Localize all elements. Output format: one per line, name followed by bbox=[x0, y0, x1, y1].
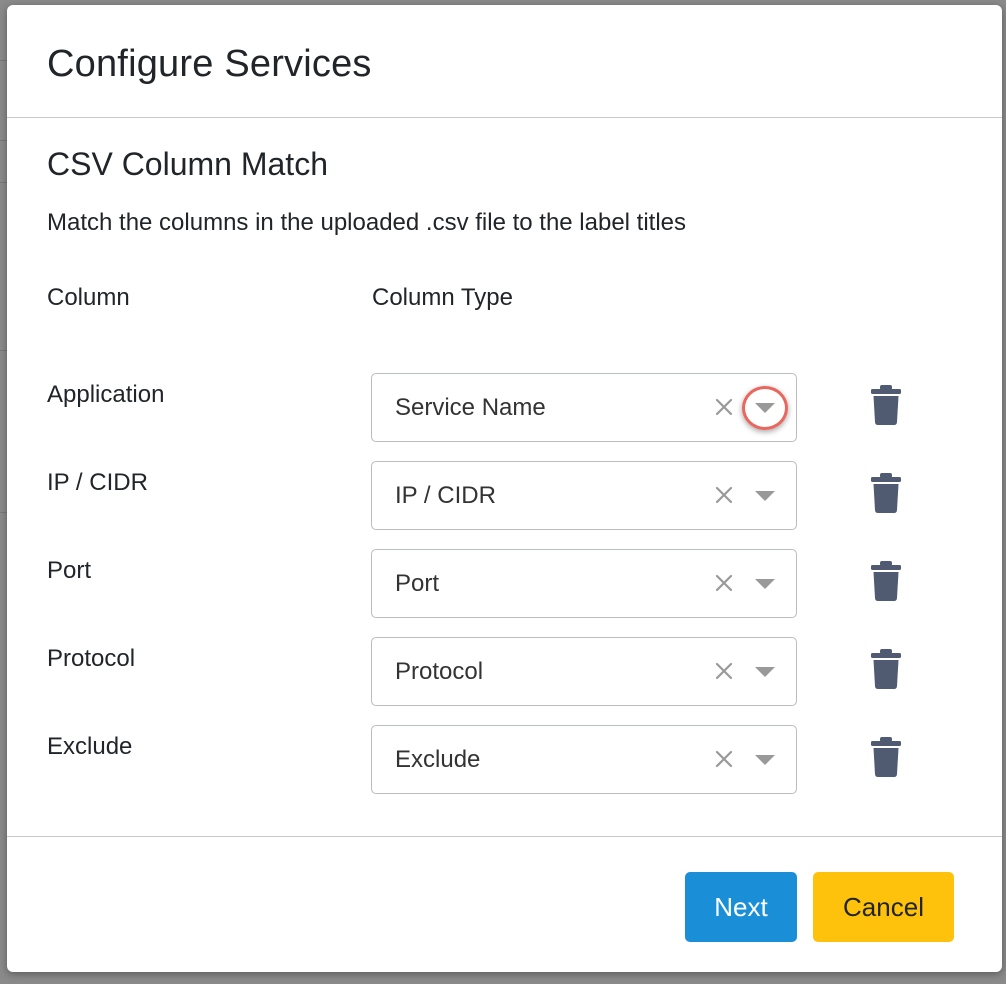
select-value: Service Name bbox=[395, 394, 546, 421]
trash-icon[interactable] bbox=[871, 649, 901, 689]
section-title: CSV Column Match bbox=[47, 146, 328, 182]
close-icon[interactable] bbox=[712, 747, 736, 771]
column-type-select[interactable]: Service Name bbox=[371, 373, 797, 442]
chevron-down-icon[interactable] bbox=[754, 490, 776, 502]
column-type-select[interactable]: IP / CIDR bbox=[371, 461, 797, 530]
trash-icon[interactable] bbox=[871, 473, 901, 513]
next-button[interactable]: Next bbox=[685, 872, 797, 942]
modal-title: Configure Services bbox=[47, 43, 372, 85]
row-column-label: Port bbox=[47, 557, 92, 584]
column-header: Column bbox=[47, 284, 130, 311]
row-column-label: Protocol bbox=[47, 645, 136, 672]
cancel-button[interactable]: Cancel bbox=[813, 872, 954, 942]
column-type-select[interactable]: Port bbox=[371, 549, 797, 618]
select-value: Exclude bbox=[395, 746, 481, 773]
row-column-label: IP / CIDR bbox=[47, 469, 148, 496]
select-value: Port bbox=[395, 570, 440, 597]
column-type-header: Column Type bbox=[372, 284, 513, 311]
trash-icon[interactable] bbox=[871, 385, 901, 425]
close-icon[interactable] bbox=[712, 483, 736, 507]
close-icon[interactable] bbox=[712, 659, 736, 683]
chevron-down-icon[interactable] bbox=[754, 754, 776, 766]
trash-icon[interactable] bbox=[871, 737, 901, 777]
configure-services-modal: Configure Services CSV Column Match Matc… bbox=[7, 5, 1002, 972]
highlight-ring bbox=[742, 386, 788, 430]
row-column-label: Exclude bbox=[47, 733, 133, 760]
close-icon[interactable] bbox=[712, 395, 736, 419]
modal-footer: Next Cancel bbox=[7, 836, 1002, 972]
row-column-label: Application bbox=[47, 381, 165, 408]
select-value: Protocol bbox=[395, 658, 484, 685]
trash-icon[interactable] bbox=[871, 561, 901, 601]
chevron-down-icon[interactable] bbox=[754, 578, 776, 590]
column-type-select[interactable]: Exclude bbox=[371, 725, 797, 794]
section-description: Match the columns in the uploaded .csv f… bbox=[47, 209, 687, 236]
close-icon[interactable] bbox=[712, 571, 736, 595]
chevron-down-icon[interactable] bbox=[754, 666, 776, 678]
select-value: IP / CIDR bbox=[395, 482, 496, 509]
column-type-select[interactable]: Protocol bbox=[371, 637, 797, 706]
modal-header: Configure Services bbox=[7, 5, 1002, 118]
